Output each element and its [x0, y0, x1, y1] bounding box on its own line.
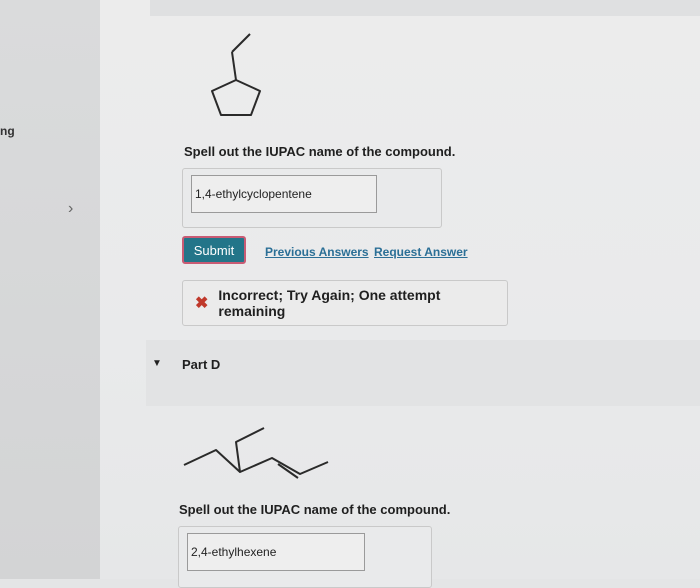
feedback-banner: ✖ Incorrect; Try Again; One attempt rema…	[182, 280, 508, 326]
structure-image-part-c	[211, 33, 261, 116]
previous-answers-link[interactable]: Previous Answers	[265, 245, 369, 259]
answer-box	[182, 168, 442, 228]
cyclopentane-ring	[211, 79, 261, 116]
caret-down-icon[interactable]: ▼	[152, 358, 162, 369]
answer-input[interactable]	[191, 175, 377, 213]
ethyl-bond-1	[231, 51, 237, 81]
request-answer-link[interactable]: Request Answer	[374, 245, 468, 259]
left-nav-panel: ng ›	[0, 0, 100, 579]
nav-label[interactable]: ng	[0, 124, 15, 138]
x-icon: ✖	[195, 295, 209, 312]
structure-image-part-d	[183, 427, 329, 479]
question-content: Spell out the IUPAC name of the compound…	[100, 0, 700, 588]
part-d-toggle[interactable]: Part D	[182, 357, 220, 372]
question-prompt-part-d: Spell out the IUPAC name of the compound…	[179, 502, 451, 517]
top-strip	[150, 0, 700, 16]
main-chain	[183, 449, 329, 475]
feedback-message: Incorrect; Try Again; One attempt remain…	[218, 287, 441, 319]
answer-input-part-d[interactable]	[187, 533, 365, 571]
ethyl-bond-2	[231, 33, 251, 53]
part-d-header-band	[146, 340, 700, 406]
chevron-right-icon[interactable]: ›	[68, 200, 73, 218]
branch	[235, 427, 265, 473]
submit-button[interactable]: Submit	[182, 236, 246, 264]
question-prompt: Spell out the IUPAC name of the compound…	[184, 144, 456, 159]
